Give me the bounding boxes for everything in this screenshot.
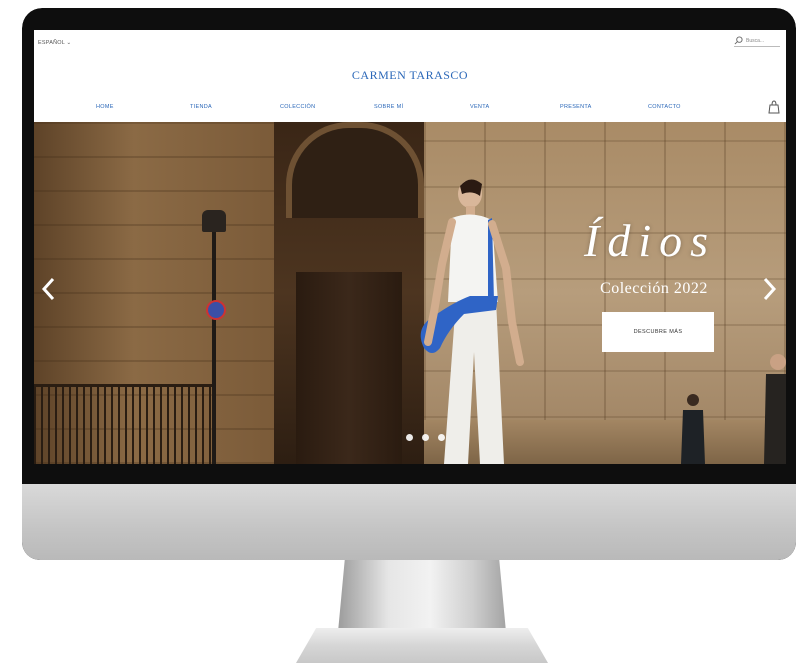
chevron-left-icon[interactable] [38,274,60,304]
nav-item-tienda[interactable]: TIENDA [190,104,212,110]
hero-slider: Ídios Colección 2022 DESCUBRE MÁS [34,122,786,464]
discover-more-button[interactable]: DESCUBRE MÁS [602,312,714,352]
nav-item-home[interactable]: HOME [96,104,114,110]
nav-item-venta[interactable]: VENTA [470,104,489,110]
nav-item-coleccion[interactable]: COLECCIÓN [280,104,315,110]
nav-item-presenta[interactable]: PRESENTA [560,104,592,110]
street-lamp-post [212,217,216,464]
slider-dot-3[interactable] [438,434,445,441]
top-bar: ESPAÑOL ⌄ Busca... [34,30,786,50]
slider-dot-2[interactable] [422,434,429,441]
pedestrian-figure [681,394,705,464]
monitor-stand-foot [296,628,548,663]
iron-railing [34,384,214,464]
model-figure [420,179,524,464]
cart-icon[interactable] [768,100,780,114]
slider-dot-1[interactable] [406,434,413,441]
search-icon[interactable] [734,36,743,45]
monitor-chin [22,484,796,560]
hero-subtitle: Colección 2022 [600,280,708,297]
nav-item-contacto[interactable]: CONTACTO [648,104,681,110]
pedestrian-figure-edge [764,354,786,464]
monitor-stand-neck [338,560,506,632]
main-nav: HOME TIENDA COLECCIÓN SOBRE MÍ VENTA PRE… [34,100,786,116]
cathedral-door [296,272,402,464]
search-input[interactable]: Busca... [746,38,764,44]
language-selector[interactable]: ESPAÑOL ⌄ [38,40,71,46]
search-box[interactable]: Busca... [734,35,780,47]
road-sign [206,300,226,320]
nav-item-sobre-mi[interactable]: SOBRE MÍ [374,104,403,110]
slider-dots [406,434,445,441]
chevron-right-icon[interactable] [758,274,780,304]
street-lamp-head [202,210,226,232]
website-screen: ESPAÑOL ⌄ Busca... CARMEN TARASCO HOME T… [34,30,786,464]
hero-script-title: Ídios [584,215,716,266]
brand-logo[interactable]: CARMEN TARASCO [34,68,786,83]
